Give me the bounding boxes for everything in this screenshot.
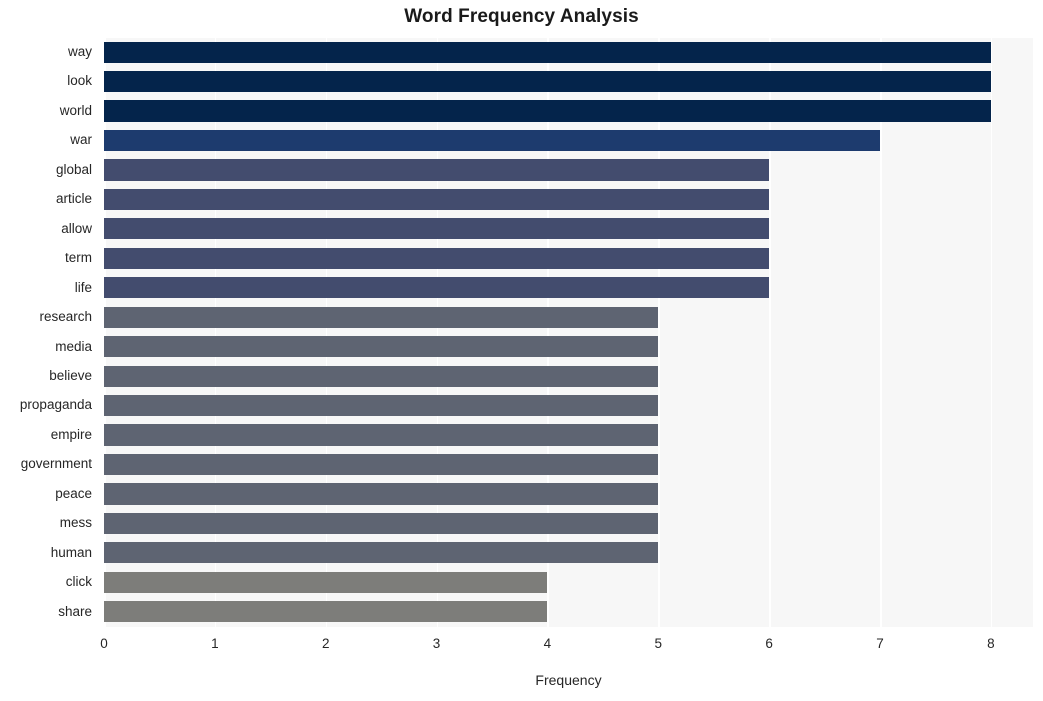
bar-row: [104, 215, 1033, 244]
bar-life: [104, 277, 770, 299]
y-tick-label-government: government: [20, 456, 92, 472]
y-tick-label-media: media: [55, 338, 92, 354]
bar-row: [104, 598, 1033, 627]
x-tick-label-1: 1: [211, 636, 219, 651]
x-tick-label-0: 0: [100, 636, 108, 651]
x-tick-label-4: 4: [543, 636, 552, 651]
bar-article: [104, 188, 770, 211]
bar-row: [104, 539, 1033, 568]
bar-row: [104, 303, 1033, 332]
bar-peace: [104, 483, 659, 505]
y-tick-label-propaganda: propaganda: [19, 397, 92, 413]
y-tick-label-human: human: [50, 544, 92, 560]
y-tick-label-article: article: [55, 191, 92, 207]
bar-row: [104, 480, 1033, 509]
bar-share: [104, 601, 548, 623]
x-tick-label-7: 7: [876, 636, 884, 651]
y-tick-label-global: global: [55, 161, 92, 177]
bar-way: [104, 41, 991, 63]
x-axis-tick-labels: 0 1 2 3 4 5 6 7 8: [0, 630, 1043, 658]
y-tick-label-empire: empire: [50, 426, 92, 442]
y-tick-label-world: world: [59, 102, 92, 118]
y-tick-label-peace: peace: [55, 485, 92, 501]
bar-row: [104, 156, 1033, 185]
y-tick-label-mess: mess: [59, 515, 92, 531]
bar-row: [104, 185, 1033, 214]
bar-human: [104, 542, 659, 564]
chart-title: Word Frequency Analysis: [404, 6, 639, 27]
bar-row: [104, 333, 1033, 362]
bar-row: [104, 126, 1033, 155]
bar-media: [104, 336, 659, 358]
bar-row: [104, 391, 1033, 420]
bar-row: [104, 67, 1033, 96]
y-tick-label-look: look: [67, 73, 92, 89]
x-tick-label-5: 5: [654, 636, 663, 651]
bar-government: [104, 453, 659, 476]
x-tick-label-3: 3: [432, 636, 441, 651]
bar-click: [104, 571, 548, 593]
bar-row: [104, 244, 1033, 273]
bar-global: [104, 159, 770, 181]
x-tick-label-8: 8: [987, 636, 995, 651]
y-tick-label-research: research: [39, 309, 92, 325]
x-axis-title: Frequency: [535, 672, 602, 688]
x-tick-label-6: 6: [765, 636, 773, 651]
bar-row: [104, 274, 1033, 303]
y-tick-label-click: click: [65, 574, 92, 590]
word-frequency-bar-chart: Word Frequency Analysis way look world war g…: [0, 0, 1043, 701]
plot-area: [104, 38, 1033, 627]
bar-row: [104, 38, 1033, 67]
y-tick-label-life: life: [74, 279, 92, 295]
bar-row: [104, 568, 1033, 597]
y-tick-label-term: term: [65, 250, 92, 266]
bar-mess: [104, 512, 659, 534]
bar-row: [104, 97, 1033, 126]
x-tick-label-2: 2: [321, 636, 330, 651]
bar-row: [104, 509, 1033, 538]
bar-row: [104, 362, 1033, 391]
bar-look: [104, 71, 991, 93]
bar-research: [104, 306, 659, 328]
bar-world: [104, 100, 991, 122]
bar-believe: [104, 365, 659, 387]
bar-row: [104, 450, 1033, 479]
y-tick-label-war: war: [70, 132, 92, 148]
bar-propaganda: [104, 394, 659, 417]
y-tick-label-allow: allow: [61, 220, 92, 236]
bar-war: [104, 129, 880, 152]
y-tick-label-believe: believe: [49, 367, 92, 383]
bar-empire: [104, 424, 659, 446]
y-tick-label-share: share: [58, 603, 92, 619]
bar-row: [104, 421, 1033, 450]
bar-allow: [104, 218, 770, 240]
y-tick-label-way: way: [67, 44, 92, 59]
y-axis-tick-labels: way look world war global article allow term lif…: [0, 38, 98, 627]
bars-container: [104, 38, 1033, 627]
bar-term: [104, 247, 770, 269]
